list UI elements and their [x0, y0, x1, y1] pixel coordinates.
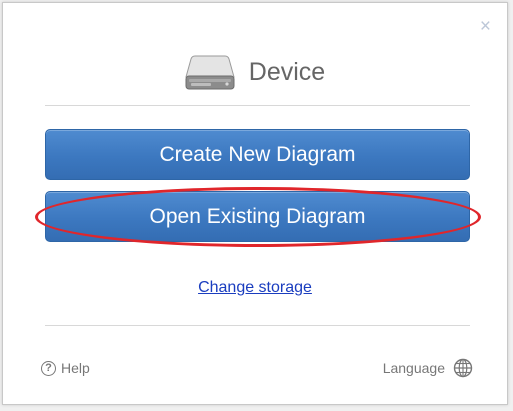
close-button[interactable]: ×	[480, 17, 491, 36]
dialog-title: Device	[248, 57, 326, 86]
change-storage-row: Change storage	[3, 279, 507, 297]
hard-drive-icon	[185, 55, 235, 90]
header-divider	[45, 105, 470, 106]
create-new-diagram-button[interactable]: Create New Diagram	[45, 129, 470, 180]
help-icon: ?	[41, 360, 56, 376]
dialog-header: Device	[3, 47, 507, 97]
change-storage-link[interactable]: Change storage	[198, 279, 312, 296]
globe-icon	[453, 358, 473, 378]
help-label: Help	[61, 360, 90, 376]
storage-dialog: × Device Create New Diagram Open Existin…	[2, 2, 508, 405]
language-selector[interactable]: Language	[383, 358, 473, 378]
language-label: Language	[382, 360, 445, 376]
footer-divider	[45, 325, 470, 326]
help-link[interactable]: ? Help	[41, 360, 90, 376]
open-existing-diagram-button[interactable]: Open Existing Diagram	[45, 191, 470, 242]
